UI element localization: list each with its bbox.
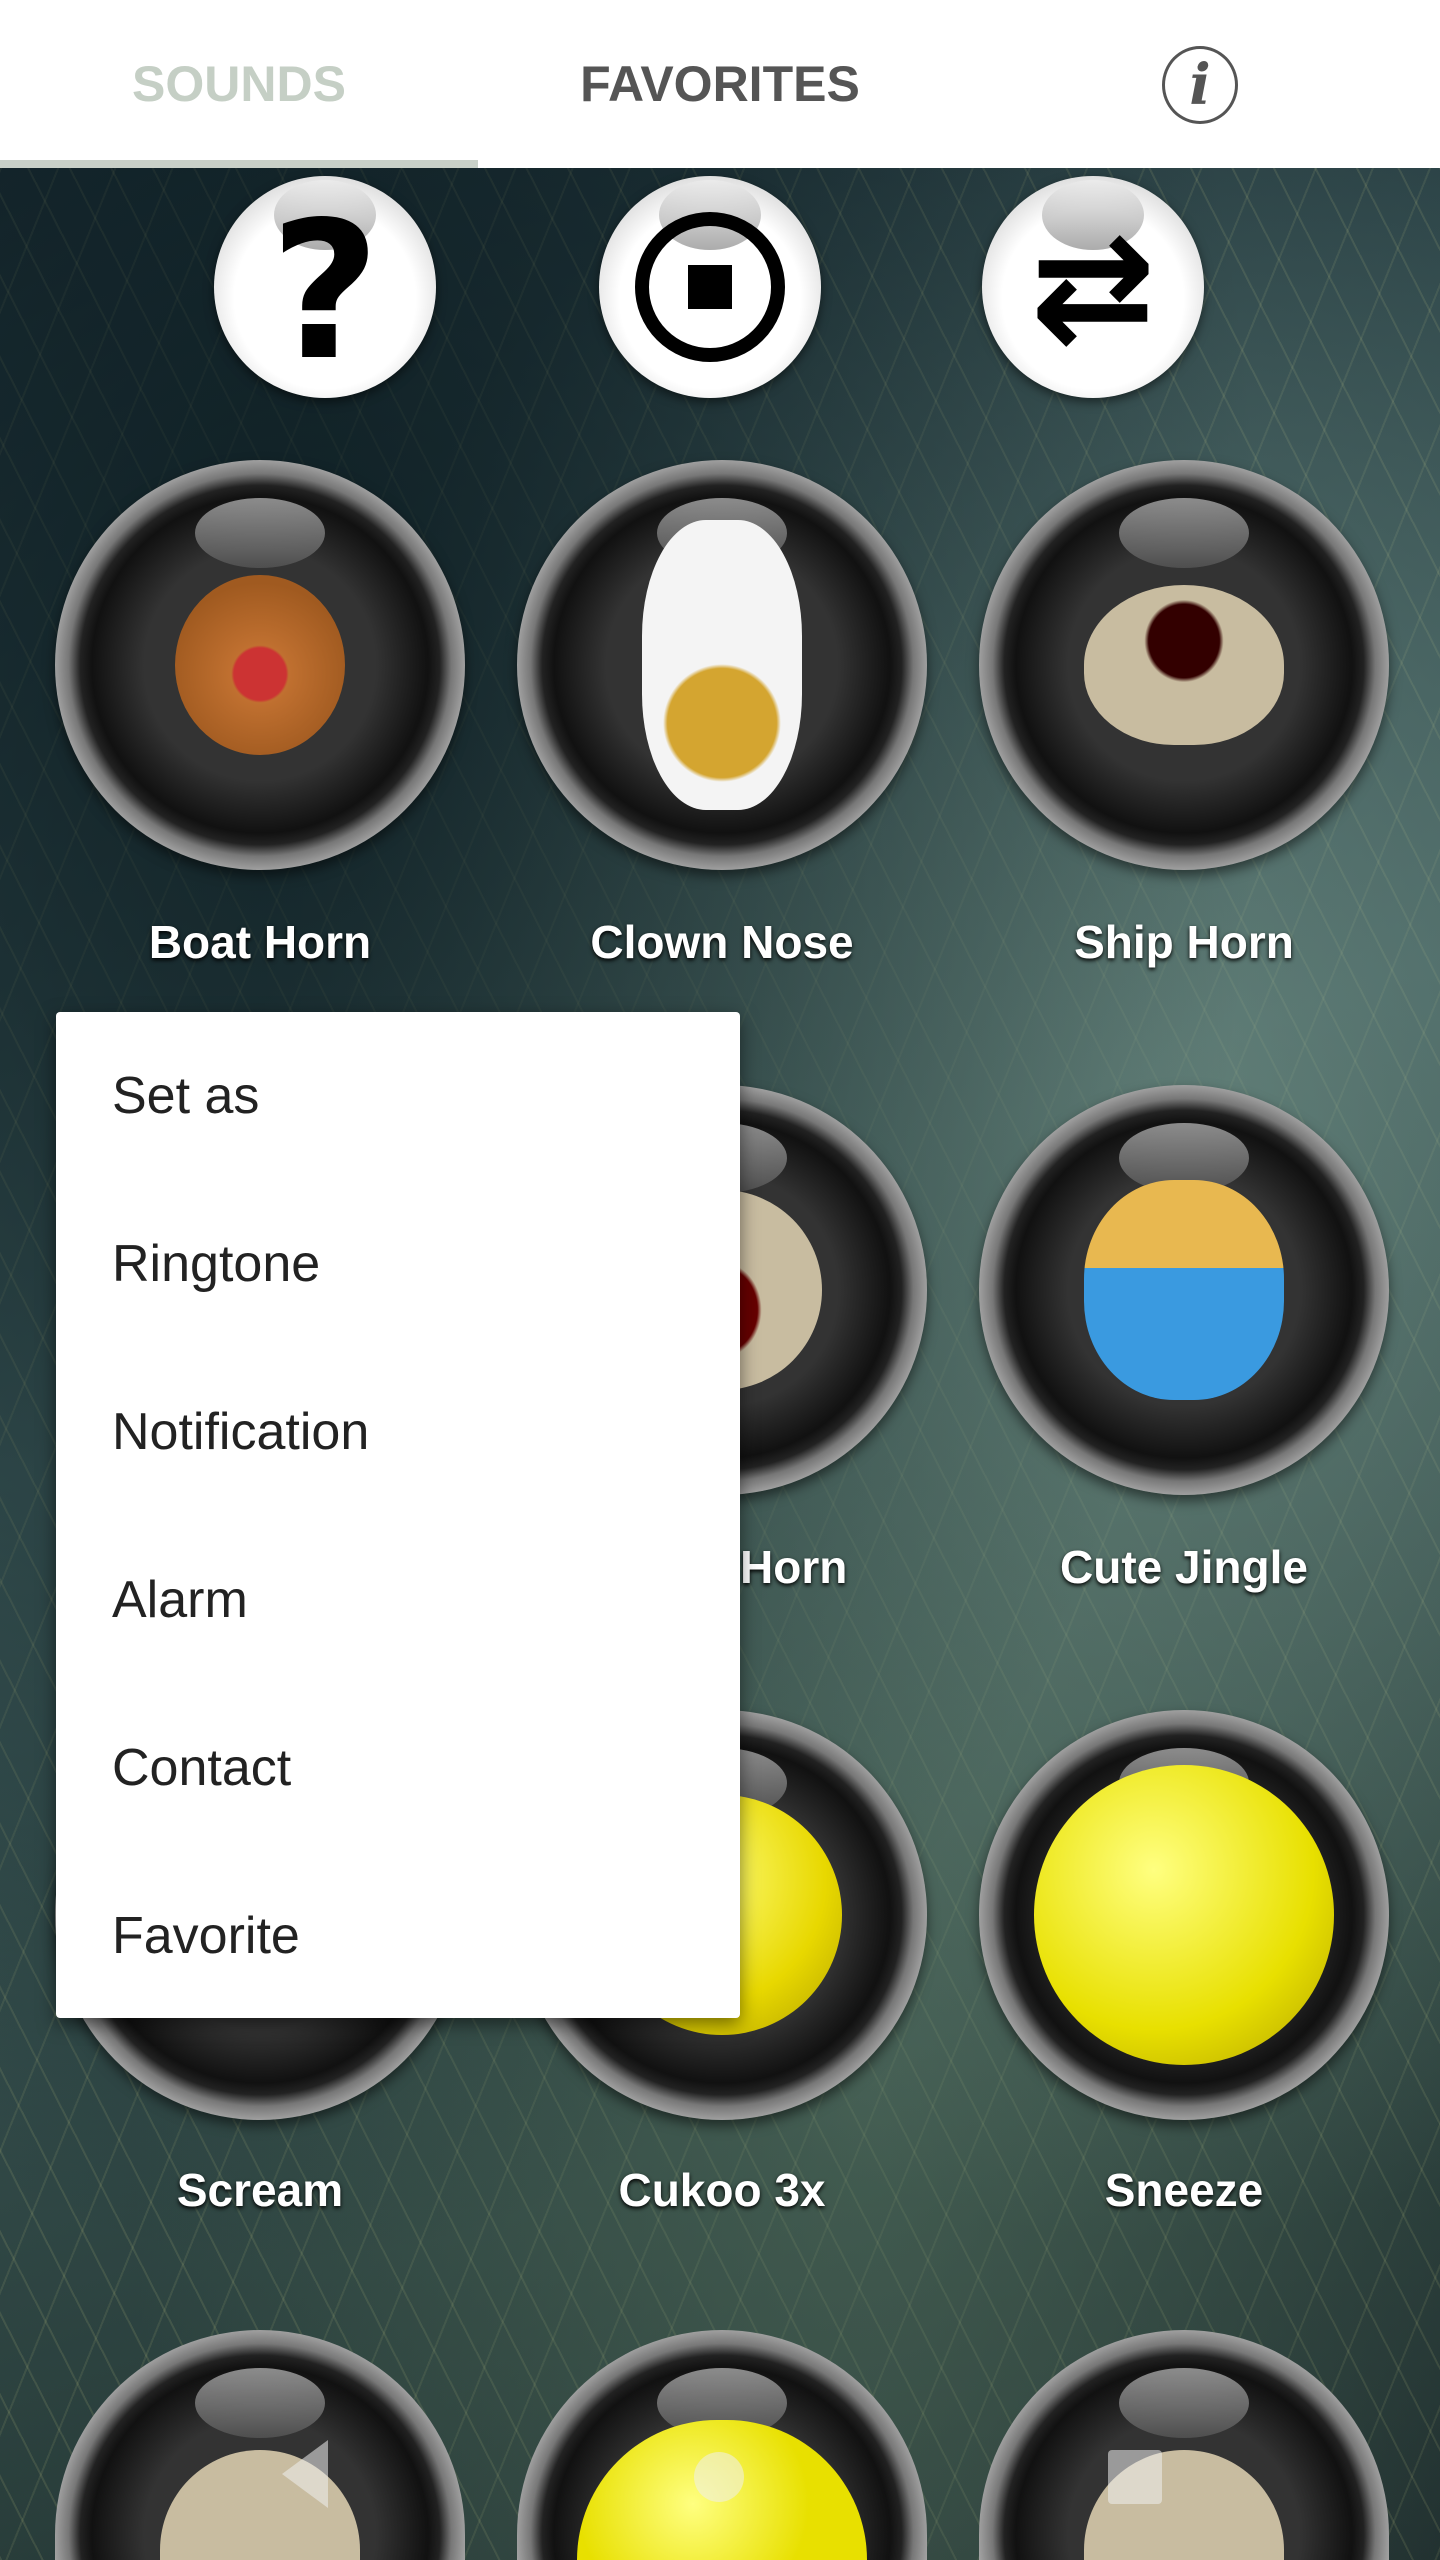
lucky-cat-icon [642,520,802,810]
repeat-icon: ⇄ [1030,200,1156,374]
king-smiley-icon [1084,1180,1284,1400]
sound-label: Cute Jingle [1060,1541,1308,1593]
sound-label: Clown Nose [590,916,854,968]
nav-back-icon[interactable] [282,2440,328,2508]
menu-item-alarm[interactable]: Alarm [56,1516,740,1684]
teddy-bear-icon [175,575,345,755]
confused-smiley-icon [1034,1765,1334,2065]
sound-label: Sneeze [1104,2164,1264,2216]
menu-item-notification[interactable]: Notification [56,1348,740,1516]
tab-favorites[interactable]: FAVORITES [478,0,962,168]
sound-label: Boat Horn [148,916,372,968]
stop-icon [635,212,785,362]
monster-icon [1084,585,1284,745]
info-icon[interactable]: i [1162,46,1238,124]
nav-recents-icon[interactable] [1108,2450,1162,2504]
tab-sounds[interactable]: SOUNDS [0,0,478,168]
grinning-face-icon [160,2450,360,2560]
repeat-button[interactable]: ⇄ [982,176,1204,398]
sound-label: Horn [740,1541,848,1593]
menu-item-favorite[interactable]: Favorite [56,1852,740,2020]
nav-home-icon[interactable] [694,2452,744,2502]
question-mark-icon: ? [269,180,381,402]
sound-button-boat-horn[interactable] [55,460,465,870]
tab-indicator [0,160,478,168]
menu-item-contact[interactable]: Contact [56,1684,740,1852]
sound-button-sneeze[interactable] [979,1710,1389,2120]
sound-label: Cukoo 3x [618,2164,826,2216]
sound-button-cute-jingle[interactable] [979,1085,1389,1495]
sound-button-clown-nose[interactable] [517,460,927,870]
stop-button[interactable] [599,176,821,398]
menu-item-ringtone[interactable]: Ringtone [56,1180,740,1348]
help-button[interactable]: ? [214,176,436,402]
sound-label: Ship Horn [1074,916,1294,968]
menu-item-set-as[interactable]: Set as [56,1012,740,1180]
tab-bar: SOUNDS FAVORITES i [0,0,1440,168]
sound-button-ship-horn[interactable] [979,460,1389,870]
context-menu: Set as Ringtone Notification Alarm Conta… [56,1012,740,2018]
sound-label: Scream [176,2164,344,2216]
